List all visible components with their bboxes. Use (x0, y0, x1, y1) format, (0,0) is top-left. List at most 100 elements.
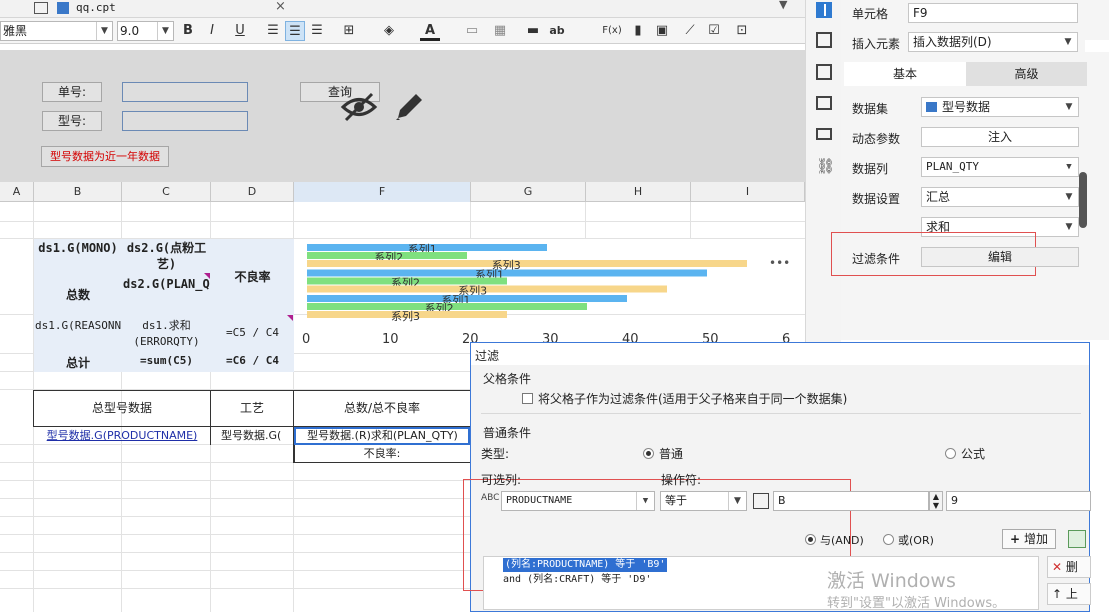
condition-item-1[interactable]: (列名:PRODUCTNAME) 等于 'B9' (503, 558, 668, 572)
modify-condition-icon[interactable] (1068, 530, 1086, 548)
column-header-b[interactable]: B (34, 182, 122, 202)
border-style-icon[interactable] (816, 64, 832, 80)
font-color-icon[interactable]: A (420, 21, 440, 41)
model-input[interactable] (122, 111, 248, 131)
cell-c-total[interactable]: =sum(C5) (123, 354, 210, 371)
chart-data-label[interactable]: 系列3 (391, 309, 420, 323)
slash-icon[interactable]: ⟋ (680, 21, 700, 41)
cell-c-header1[interactable]: ds2.G(点粉工艺) (123, 240, 210, 274)
cell-d-model[interactable]: 型号数据.G( (211, 428, 293, 444)
font-family-select[interactable]: 雅黑 ▼ (0, 21, 113, 41)
widget-icon[interactable]: ⊡ (732, 21, 752, 41)
cell-f-model[interactable]: 型号数据.(R)求和(PLAN_QTY) (296, 429, 469, 443)
bar-chart[interactable]: 系列1系列2系列3系列1系列2系列3系列1系列2系列30 10 20 30 40 50 6•… (295, 239, 805, 349)
chart-bar[interactable] (307, 260, 747, 267)
tab-advanced[interactable]: 高级 (966, 62, 1087, 86)
widget-settings-icon[interactable] (816, 96, 832, 110)
value-text-input[interactable]: B (773, 491, 929, 511)
cell-attributes-icon[interactable] (816, 2, 832, 18)
chevron-down-icon: ▼ (1064, 37, 1072, 47)
grid-icon[interactable] (34, 2, 48, 14)
inject-button[interactable]: 注入 (921, 127, 1079, 147)
column-header-c[interactable]: C (122, 182, 211, 202)
data-setting-select[interactable]: 汇总 ▼ (921, 187, 1079, 207)
parent-condition-checkbox[interactable] (522, 393, 533, 404)
align-center-icon[interactable]: ☰ (285, 21, 305, 41)
column-header-a[interactable]: A (0, 182, 34, 202)
delete-condition-button[interactable]: ✕ 删 (1047, 556, 1091, 578)
cell-b-section[interactable]: 总型号数据 (34, 399, 210, 417)
type-formula-radio[interactable] (945, 448, 956, 459)
cell-c-header2[interactable]: ds2.G(PLAN_QTY) (123, 276, 210, 312)
table-icon[interactable]: ▦ (490, 21, 510, 41)
cell-b-total[interactable]: 总计 (35, 354, 121, 371)
hide-eye-icon[interactable] (340, 92, 378, 122)
column-header-g[interactable]: G (471, 182, 586, 202)
tab-menu-chevron-icon[interactable]: ▼ (779, 0, 787, 11)
filter-edit-button[interactable]: 编辑 (921, 247, 1079, 267)
underline-button[interactable]: U (230, 21, 250, 41)
column-header-f[interactable]: F (294, 182, 471, 202)
cell-b-header1[interactable]: ds1.G(MONO) (35, 240, 121, 274)
insert-row-icon[interactable]: ▬ (523, 21, 543, 41)
panel-scrollbar[interactable] (1079, 172, 1087, 228)
align-left-icon[interactable]: ☰ (263, 21, 283, 41)
column-header-i[interactable]: I (691, 182, 805, 202)
chart-more-menu-icon[interactable]: ••• (769, 256, 790, 270)
file-tab-label[interactable]: qq.cpt (76, 1, 116, 14)
cell-f-section[interactable]: 总数/总不良率 (294, 399, 470, 417)
dataset-label: 数据集 (852, 102, 889, 116)
bold-button[interactable]: B (178, 21, 198, 41)
cell-d-header[interactable]: 不良率 (212, 268, 293, 288)
cell-name-input[interactable]: F9 (908, 3, 1078, 23)
dataset-select[interactable]: 型号数据 ▼ (921, 97, 1079, 117)
font-size-select[interactable]: 9.0 ▼ (117, 21, 174, 41)
operator-label: 操作符: (661, 473, 702, 487)
value-spinner[interactable]: ▲ ▼ (929, 491, 943, 511)
insert-image-icon[interactable]: ▣ (652, 21, 672, 41)
column-header-d[interactable]: D (211, 182, 294, 202)
data-column-select[interactable]: PLAN_QTY ▼ (921, 157, 1079, 177)
cell-c-data[interactable]: ds1.求和(ERRORQTY) (123, 318, 210, 352)
insert-chart-icon[interactable]: ▮ (628, 21, 648, 41)
ruler-strip (0, 44, 805, 50)
close-tab-icon[interactable]: × (275, 0, 286, 14)
chart-bar[interactable] (307, 269, 707, 277)
italic-button[interactable]: I (202, 21, 222, 41)
fill-color-icon[interactable]: ◈ (379, 21, 399, 41)
model-no-input[interactable] (122, 82, 248, 102)
cell-d-total[interactable]: =C6 / C4 (212, 354, 293, 371)
hyperlink-icon[interactable]: ⛓ (816, 157, 835, 175)
column-header-h[interactable]: H (586, 182, 691, 202)
and-label: 与(AND) (820, 534, 864, 547)
cell-d-section[interactable]: 工艺 (211, 399, 293, 417)
cell-b-header2[interactable]: 总数 (35, 286, 121, 304)
formula-icon[interactable]: F(x) (598, 21, 626, 41)
condition-attributes-icon[interactable] (816, 128, 832, 140)
align-right-icon[interactable]: ☰ (307, 21, 327, 41)
condition-item-2[interactable]: and (列名:CRAFT) 等于 'D9' (503, 573, 651, 587)
chart-x-tick-label[interactable]: 0 (302, 332, 310, 347)
cell-picker-icon[interactable] (753, 493, 769, 509)
or-radio[interactable] (883, 534, 894, 545)
border-icon[interactable]: ⊞ (339, 21, 359, 41)
cell-d-data[interactable]: =C5 / C4 (212, 326, 293, 344)
cell-f-rate[interactable]: 不良率: (294, 446, 470, 462)
text-icon[interactable]: ab (547, 21, 567, 41)
add-condition-button[interactable]: + 增加 (1002, 529, 1056, 549)
cell-element-icon[interactable] (816, 32, 832, 48)
move-up-button[interactable]: ↑ 上 (1047, 583, 1091, 605)
cell-b-model[interactable]: 型号数据.G(PRODUCTNAME) (34, 428, 210, 444)
and-radio[interactable] (805, 534, 816, 545)
edit-pencil-icon[interactable] (392, 90, 426, 124)
value-number-input[interactable]: 9 (946, 491, 1091, 511)
merge-cells-icon[interactable]: ▭ (462, 21, 482, 41)
tab-basic[interactable]: 基本 (844, 62, 966, 86)
operator-select[interactable]: 等于 ▼ (660, 491, 747, 511)
chart-x-tick-label[interactable]: 10 (382, 332, 399, 347)
insert-element-select[interactable]: 插入数据列(D) ▼ (908, 32, 1078, 52)
type-normal-radio[interactable] (643, 448, 654, 459)
column-select[interactable]: PRODUCTNAME ▼ (501, 491, 655, 511)
checkbox-icon[interactable]: ☑ (704, 21, 724, 41)
cell-b-data[interactable]: ds1.G(REASONNAME) (35, 318, 121, 352)
